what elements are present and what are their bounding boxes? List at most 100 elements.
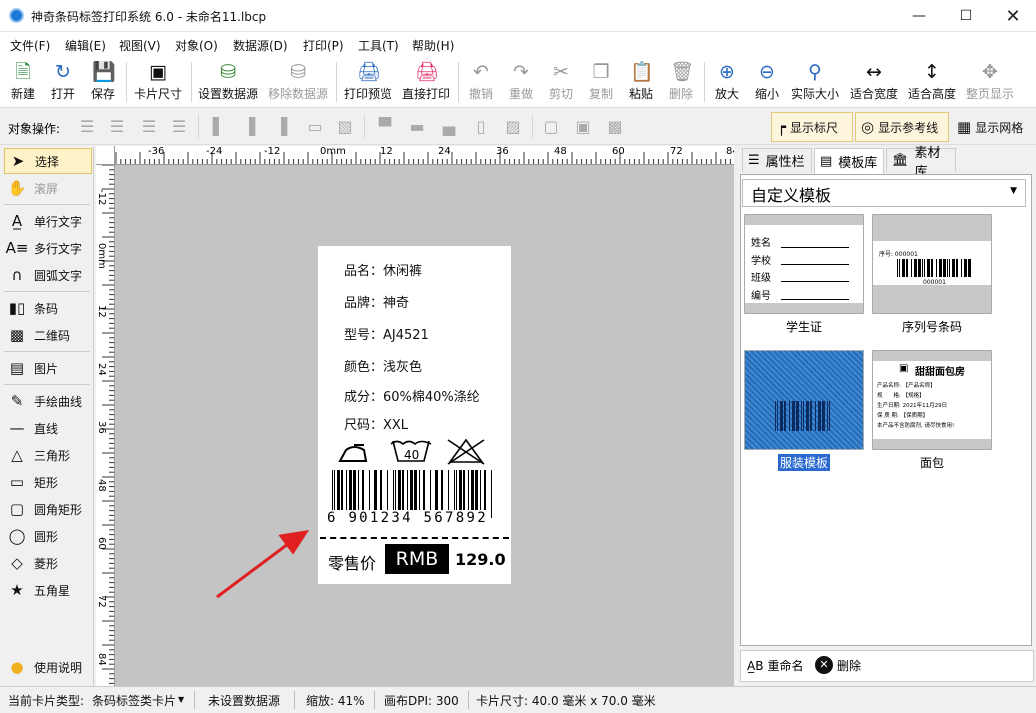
label-text-line[interactable]: 型号：AJ4521 (344, 324, 429, 343)
copy-button[interactable]: ❐ 复制 (582, 59, 620, 105)
menu-tools[interactable]: 工具(T) (358, 37, 399, 54)
menu-object[interactable]: 对象(O) (175, 37, 218, 54)
align-top-icon[interactable]: ▀ (374, 116, 396, 138)
tool-freehand[interactable]: ✎ 手绘曲线 (4, 388, 92, 414)
tool-arc-text[interactable]: ∩ 圆弧文字 (4, 262, 92, 288)
tool-multi-text[interactable]: A≡ 多行文字 (4, 235, 92, 261)
currency-badge[interactable]: RMB (385, 544, 449, 574)
align-right-icon[interactable]: ▐ (270, 116, 292, 138)
lock-icon[interactable]: ▩ (604, 116, 626, 138)
tool-scroll[interactable]: ✋ 滚屏 (4, 175, 92, 201)
maximize-button[interactable]: ☐ (943, 0, 989, 32)
template-card-student-id[interactable]: 姓名 学校 班级 编号 (744, 214, 864, 314)
actual-size-button[interactable]: ⚲ 实际大小 (788, 59, 842, 105)
tool-image[interactable]: ▤ 图片 (4, 355, 92, 381)
price-value[interactable]: 129.0 (455, 550, 506, 569)
card-size-button[interactable]: ▣ 卡片尺寸 (130, 59, 186, 105)
template-card-serial-barcode[interactable]: 序号: 000001 000001 (872, 214, 992, 314)
label-card[interactable]: 品名：休闲裤 品牌：神奇 型号：AJ4521 颜色：浅灰色 成分：60%棉40%… (318, 246, 511, 584)
ungroup-icon[interactable]: ▣ (572, 116, 594, 138)
zoom-status: 缩放: 41% (306, 694, 365, 708)
tab-materials[interactable]: 🏛 素材库 (886, 146, 956, 180)
show-ruler-toggle[interactable]: ┍ 显示标尺 (771, 112, 853, 142)
menu-view[interactable]: 视图(V) (119, 37, 161, 54)
h-tick-label: 0mm (320, 146, 346, 157)
menu-datasource[interactable]: 数据源(D) (233, 37, 288, 54)
tool-single-text[interactable]: A̲ 单行文字 (4, 208, 92, 234)
paste-button[interactable]: 📋 粘贴 (622, 59, 660, 105)
fit-width-button[interactable]: ↔ 适合宽度 (846, 59, 902, 105)
label-text-line[interactable]: 尺码：XXL (344, 414, 408, 433)
layer-top-icon[interactable]: ☰ (106, 116, 128, 138)
menu-edit[interactable]: 编辑(E) (65, 37, 106, 54)
template-name-selected[interactable]: 服装模板 (778, 454, 831, 471)
menu-help[interactable]: 帮助(H) (412, 37, 454, 54)
group-icon[interactable]: ▢ (540, 116, 562, 138)
new-button[interactable]: 🗎 新建 (4, 59, 42, 105)
redo-button[interactable]: ↷ 重做 (502, 59, 540, 105)
tool-qrcode[interactable]: ▩ 二维码 (4, 322, 92, 348)
tool-barcode[interactable]: ▮▯ 条码 (4, 295, 92, 321)
tool-diamond[interactable]: ◇ 菱形 (4, 550, 92, 576)
template-name[interactable]: 学生证 (744, 318, 864, 335)
minimize-button[interactable]: — (896, 0, 942, 32)
tool-triangle[interactable]: △ 三角形 (4, 442, 92, 468)
tool-line[interactable]: — 直线 (4, 415, 92, 441)
align-middle-icon[interactable]: ▬ (406, 116, 428, 138)
layer-down-icon[interactable]: ☰ (138, 116, 160, 138)
tool-select[interactable]: ➤ 选择 (4, 148, 92, 174)
label-text-line[interactable]: 成分：60%棉40%涤纶 (344, 386, 480, 405)
help-button[interactable]: ● 使用说明 (4, 654, 92, 680)
pointer-icon: ➤ (11, 152, 25, 170)
close-button[interactable]: ✕ (990, 0, 1036, 32)
label-text-line[interactable]: 颜色：浅灰色 (344, 356, 422, 375)
price-label[interactable]: 零售价 (328, 550, 376, 574)
rename-button[interactable]: A̲B 重命名 (747, 657, 803, 674)
layer-bottom-icon[interactable]: ☰ (168, 116, 190, 138)
align-left-icon[interactable]: ▌ (208, 116, 230, 138)
print-preview-button[interactable]: 🖨 打印预览 (341, 59, 395, 105)
zoom-out-button[interactable]: ⊖ 缩小 (748, 59, 786, 105)
h-distribute-icon[interactable]: ▧ (334, 116, 356, 138)
cut-button[interactable]: ✂ 剪切 (542, 59, 580, 105)
save-button[interactable]: 💾 保存 (84, 59, 122, 105)
set-datasource-button[interactable]: ⛁ 设置数据源 (196, 59, 260, 105)
tool-star[interactable]: ★ 五角星 (4, 577, 92, 603)
full-page-button[interactable]: ✥ 整页显示 (962, 59, 1018, 105)
delete-button[interactable]: 🗑 删除 (662, 59, 700, 105)
chevron-down-icon[interactable]: ▼ (178, 695, 184, 704)
print-preview-icon: 🖨 (357, 61, 382, 83)
same-height-icon[interactable]: ▯ (470, 116, 492, 138)
open-button[interactable]: ↻ 打开 (44, 59, 82, 105)
label-text-line[interactable]: 品名：休闲裤 (344, 260, 422, 279)
template-name[interactable]: 面包 (872, 454, 992, 471)
tab-properties[interactable]: ☰ 属性栏 (742, 148, 812, 172)
tool-rect[interactable]: ▭ 矩形 (4, 469, 92, 495)
direct-print-button[interactable]: 🖨 直接打印 (399, 59, 453, 105)
tab-templates[interactable]: ▤ 模板库 (814, 148, 884, 174)
tool-roundrect[interactable]: ▢ 圆角矩形 (4, 496, 92, 522)
card-type-select[interactable]: 条码标签类卡片 (92, 692, 176, 709)
v-distribute-icon[interactable]: ▨ (502, 116, 524, 138)
delete-template-button[interactable]: ✕ 删除 (815, 656, 861, 674)
align-bottom-icon[interactable]: ▄ (438, 116, 460, 138)
undo-button[interactable]: ↶ 撤销 (462, 59, 500, 105)
care-icons[interactable]: 40 (336, 436, 496, 466)
menu-file[interactable]: 文件(F) (10, 37, 50, 54)
show-grid-toggle[interactable]: ▦ 显示网格 (952, 112, 1036, 142)
align-center-icon[interactable]: ▐ (238, 116, 260, 138)
tool-circle[interactable]: ◯ 圆形 (4, 523, 92, 549)
label-text-line[interactable]: 品牌：神奇 (344, 292, 409, 311)
template-name[interactable]: 序列号条码 (872, 318, 992, 335)
same-width-icon[interactable]: ▭ (304, 116, 326, 138)
layer-up-icon[interactable]: ☰ (76, 116, 98, 138)
template-category-select[interactable]: 自定义模板 ▼ (742, 179, 1026, 207)
remove-datasource-button[interactable]: ⛁ 移除数据源 (266, 59, 330, 105)
show-guides-toggle[interactable]: ◎ 显示参考线 (855, 112, 949, 142)
full-page-icon: ✥ (982, 61, 998, 83)
zoom-in-button[interactable]: ⊕ 放大 (708, 59, 746, 105)
template-card-clothing[interactable] (744, 350, 864, 450)
template-card-bread[interactable]: 甜甜面包房 ▣ 产品名称: 【产品名称】 规 格: 【规格】 生产日期: 202… (872, 350, 992, 450)
fit-height-button[interactable]: ↕ 适合高度 (904, 59, 960, 105)
menu-print[interactable]: 打印(P) (303, 37, 344, 54)
